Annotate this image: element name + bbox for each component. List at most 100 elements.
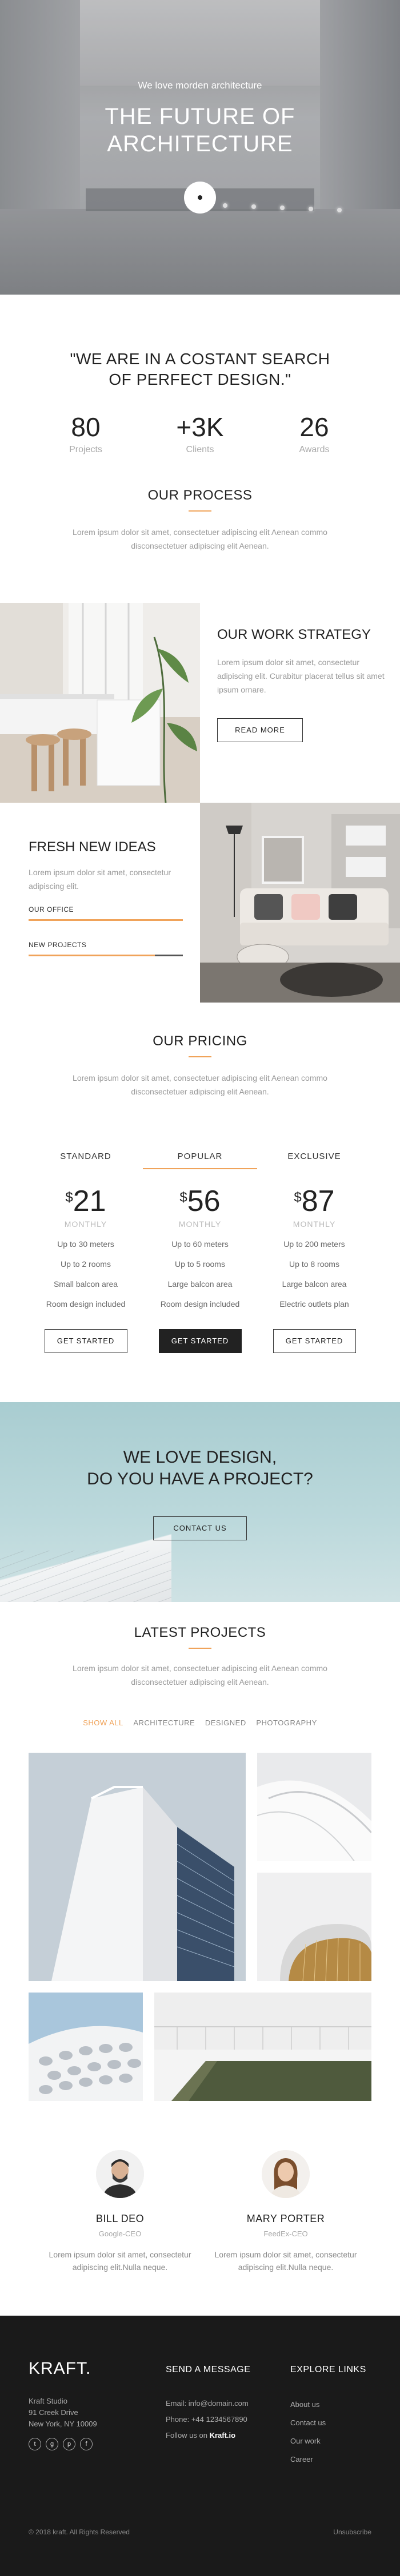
- currency-symbol: $: [179, 1190, 187, 1205]
- fresh-desc: Lorem ipsum dolor sit amet, consectetur …: [29, 868, 171, 891]
- member-desc: Lorem ipsum dolor sit amet, consectetur …: [214, 2250, 357, 2272]
- footer-link-about[interactable]: About us: [290, 2396, 326, 2414]
- plan-period: MONTHLY: [178, 1219, 222, 1229]
- plan-popular: POPULAR $56 MONTHLY Up to 60 meters Up t…: [143, 1145, 257, 1353]
- member-desc: Lorem ipsum dolor sit amet, consectetur …: [49, 2250, 191, 2272]
- plan-features: Up to 30 meters Up to 2 rooms Small balc…: [29, 1234, 143, 1314]
- footer-link-work[interactable]: Our work: [290, 2432, 326, 2450]
- copyright: © 2018 kraft. All Rights Reserved: [29, 2528, 130, 2536]
- footer-link-career[interactable]: Career: [290, 2450, 326, 2469]
- links-title: EXPLORE LINKS: [290, 2365, 366, 2374]
- avatar-man-illustration: [96, 2150, 144, 2198]
- kitchen-illustration: [0, 603, 200, 803]
- project-tile-stadium[interactable]: [29, 1993, 143, 2101]
- plan-period: MONTHLY: [64, 1219, 107, 1229]
- strategy-section: OUR WORK STRATEGY Lorem ipsum dolor sit …: [0, 603, 400, 803]
- plan-features: Up to 60 meters Up to 5 rooms Large balc…: [143, 1234, 257, 1314]
- process-desc: Lorem ipsum dolor sit amet, consectetuer…: [73, 528, 327, 550]
- living-room-image: [200, 803, 400, 1003]
- filter-architecture[interactable]: ARCHITECTURE: [133, 1718, 195, 1727]
- plan-feature: Up to 60 meters: [171, 1239, 229, 1249]
- plan-feature: Up to 200 meters: [283, 1239, 345, 1249]
- footer-address: Kraft Studio 91 Creek Drive New York, NY…: [29, 2396, 97, 2430]
- member-name: MARY PORTER: [246, 2213, 325, 2224]
- plan-feature: Up to 30 meters: [57, 1239, 114, 1249]
- footer-links: About us Contact us Our work Career: [290, 2396, 326, 2469]
- filter-show-all[interactable]: SHOW ALL: [83, 1718, 123, 1727]
- facebook-icon[interactable]: f: [80, 2438, 93, 2450]
- contact-email[interactable]: Email: info@domain.com: [166, 2396, 249, 2412]
- plan-feature: Up to 5 rooms: [175, 1259, 225, 1269]
- pricing-header: OUR PRICING: [0, 1033, 400, 1057]
- contact-phone: Phone: +44 1234567890: [166, 2415, 247, 2424]
- plan-name: POPULAR: [143, 1145, 257, 1169]
- footer: KRAFT. Kraft Studio 91 Creek Drive New Y…: [0, 2316, 400, 2576]
- price-value: 21: [73, 1185, 106, 1218]
- stat-label: Clients: [186, 445, 214, 454]
- living-room-illustration: [200, 803, 400, 1003]
- plan-feature: Electric outlets plan: [279, 1299, 349, 1309]
- hero-subtitle: We love morden architecture: [138, 80, 262, 91]
- tower-illustration: [29, 1753, 246, 1981]
- filter-designed[interactable]: DESIGNED: [205, 1718, 246, 1727]
- hero-section: We love morden architecture THE FUTURE O…: [0, 0, 400, 295]
- stadium-illustration: [29, 1993, 143, 2101]
- plan-feature: Large balcon area: [167, 1279, 233, 1289]
- pricing-desc: Lorem ipsum dolor sit amet, consectetuer…: [73, 1073, 327, 1096]
- projects-section: LATEST PROJECTS Lorem ipsum dolor sit am…: [0, 1602, 400, 2116]
- cta-title: WE LOVE DESIGN, DO YOU HAVE A PROJECT?: [87, 1448, 313, 1488]
- skill-label: OUR OFFICE: [29, 905, 74, 913]
- price-value: 87: [301, 1185, 335, 1218]
- contact-follow: Follow us on Kraft.io: [166, 2428, 249, 2444]
- plan-exclusive: EXCLUSIVE $87 MONTHLY Up to 200 meters U…: [257, 1145, 371, 1353]
- contact-us-button[interactable]: CONTACT US: [153, 1516, 247, 1540]
- avatar: [262, 2150, 310, 2198]
- plan-name: EXCLUSIVE: [287, 1152, 341, 1161]
- project-tile-terrace[interactable]: [154, 1993, 371, 2101]
- follow-brand-link[interactable]: Kraft.io: [210, 2431, 236, 2440]
- strategy-title: OUR WORK STRATEGY: [217, 627, 371, 642]
- skill-fill: [29, 919, 183, 921]
- curve-illustration: [257, 1753, 371, 1861]
- plan-period: MONTHLY: [293, 1219, 336, 1229]
- get-started-button-exclusive[interactable]: GET STARTED: [273, 1329, 356, 1353]
- contact-title: SEND A MESSAGE: [166, 2365, 251, 2374]
- skill-label: NEW PROJECTS: [29, 941, 87, 949]
- quote-section: "WE ARE IN A COSTANT SEARCH OF PERFECT D…: [0, 295, 400, 603]
- plan-features: Up to 200 meters Up to 8 rooms Large bal…: [257, 1234, 371, 1314]
- stats-row: 80 Projects +3K Clients 26 Awards: [43, 412, 357, 455]
- footer-link-contact[interactable]: Contact us: [290, 2414, 326, 2432]
- projects-title: LATEST PROJECTS: [134, 1625, 266, 1640]
- plan-price: $21: [29, 1184, 143, 1218]
- filter-photography[interactable]: PHOTOGRAPHY: [256, 1718, 317, 1727]
- unsubscribe-link[interactable]: Unsubscribe: [333, 2528, 371, 2536]
- plan-price: $87: [257, 1184, 371, 1218]
- cta-building-lines: [0, 1551, 171, 1602]
- play-dot: [198, 195, 202, 200]
- strategy-desc: Lorem ipsum dolor sit amet, consectetur …: [217, 658, 385, 694]
- fresh-content: FRESH NEW IDEAS Lorem ipsum dolor sit am…: [0, 803, 200, 1003]
- get-started-button-popular[interactable]: GET STARTED: [158, 1329, 242, 1353]
- plan-feature: Large balcon area: [282, 1279, 347, 1289]
- pinterest-icon[interactable]: p: [63, 2438, 75, 2450]
- process-header: OUR PROCESS: [0, 488, 400, 512]
- twitter-icon[interactable]: t: [29, 2438, 41, 2450]
- stat-label: Awards: [299, 445, 330, 454]
- price-value: 56: [187, 1185, 221, 1218]
- read-more-button[interactable]: READ MORE: [217, 718, 303, 742]
- get-started-button-standard[interactable]: GET STARTED: [44, 1329, 127, 1353]
- plan-name: STANDARD: [60, 1152, 111, 1161]
- pricing-section: OUR PRICING Lorem ipsum dolor sit amet, …: [0, 1003, 400, 1402]
- team-member-mary: MARY PORTER FeedEx-CEO Lorem ipsum dolor…: [211, 2150, 360, 2273]
- pricing-plans: STANDARD $21 MONTHLY Up to 30 meters Up …: [29, 1145, 371, 1353]
- project-tile-curve[interactable]: [257, 1753, 371, 1861]
- play-icon[interactable]: [184, 182, 216, 214]
- quote-text: "WE ARE IN A COSTANT SEARCH OF PERFECT D…: [70, 350, 330, 388]
- google-plus-icon[interactable]: g: [46, 2438, 58, 2450]
- kitchen-image: [0, 603, 200, 803]
- project-tile-tower[interactable]: [29, 1753, 246, 1981]
- project-tile-gold[interactable]: [257, 1873, 371, 1981]
- terrace-illustration: [154, 1993, 371, 2101]
- stat-projects: 80 Projects: [43, 412, 129, 455]
- stat-value: +3K: [176, 412, 224, 442]
